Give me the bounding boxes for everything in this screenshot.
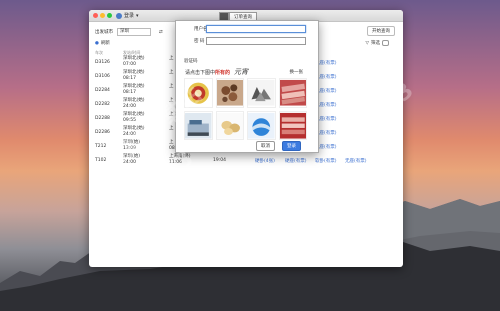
train-number: D2286 — [95, 130, 110, 135]
departure-info: 深圳(始) 13:09 — [123, 140, 140, 152]
arrival-station: 上 — [169, 126, 174, 131]
departure-station: 深圳(始) — [123, 154, 141, 159]
password-label: 密 码 — [194, 39, 205, 44]
zoom-window-button[interactable] — [107, 13, 112, 18]
captcha-prompt-highlight: 所有的 — [215, 70, 231, 76]
departure-station: 深圳北(始) — [123, 70, 145, 75]
departure-time: 08:17 — [123, 76, 136, 81]
departure-time: 13:09 — [123, 146, 136, 151]
seat-status-4[interactable]: 无座(有票) — [345, 158, 367, 164]
arrival-station: 上 — [169, 56, 174, 61]
column-train: 车次 — [95, 50, 103, 55]
departure-info: 深圳北(始) 08:17 — [123, 70, 145, 82]
captcha-image-1[interactable] — [184, 78, 213, 108]
duration: 19:04 — [213, 158, 226, 163]
departure-info: 深圳北(始) 09:55 — [123, 112, 145, 124]
departure-info: 深圳北(始) 08:17 — [123, 84, 145, 96]
train-number: T212 — [95, 144, 107, 149]
arrival-info: 上 — [169, 126, 174, 132]
screen-filter-button[interactable]: ▽ 筛选 — [366, 40, 389, 46]
departure-station: 深圳(始) — [123, 140, 141, 145]
refresh-icon: ● — [95, 40, 99, 46]
captcha-image-4[interactable] — [278, 78, 307, 108]
table-row[interactable]: T102 深圳(始) 24:00 上海南(终) 11:06 19:04 硬卧(4张) 硬座(有… — [95, 154, 395, 168]
departure-time: 24:00 — [123, 104, 136, 109]
screen-filter-label: 筛选 — [371, 41, 380, 46]
seat-status-1[interactable]: 硬卧(4张) — [255, 158, 275, 164]
captcha-image-7[interactable] — [247, 110, 276, 140]
captcha-header: 请点击下图中所有的 元宵 换一张 — [184, 67, 307, 77]
departure-info: 深圳北(始) 24:00 — [123, 126, 145, 138]
departure-station: 深圳北(始) — [123, 112, 145, 117]
captcha-prompt: 请点击下图中所有的 — [185, 69, 230, 76]
departure-time: 24:00 — [123, 160, 136, 165]
user-avatar-icon — [116, 12, 122, 19]
train-number: T102 — [95, 158, 107, 163]
filter-toggle[interactable] — [382, 40, 389, 46]
departure-city-label: 出发城市 — [95, 30, 113, 35]
filter-row: 出发城市 深圳 ⇄ — [95, 28, 163, 36]
chevron-down-icon: ▾ — [136, 12, 139, 19]
filter-icon: ▽ — [365, 40, 369, 46]
arrival-station: 上 — [169, 84, 174, 89]
train-number: D3106 — [95, 74, 110, 79]
departure-info: 深圳北(始) 24:00 — [123, 98, 145, 110]
login-dialog: 用户名 密 码 验证码 请点击下图中所有的 元宵 换一张 取消 登录 — [175, 20, 319, 153]
departure-station: 深圳北(始) — [123, 98, 145, 103]
arrival-station: 上 — [169, 70, 174, 75]
captcha-image-3[interactable] — [247, 78, 276, 108]
arrival-info: 上 — [169, 70, 174, 76]
arrival-station: 上海南(终) — [169, 154, 191, 159]
arrival-info: 上 — [169, 84, 174, 90]
refresh-captcha-button[interactable]: 换一张 — [290, 69, 304, 75]
arrival-time: 11:06 — [169, 160, 182, 165]
departure-station: 深圳北(始) — [123, 84, 145, 89]
captcha-prompt-text: 请点击下图中 — [185, 70, 216, 76]
arrival-info: 上 — [169, 98, 174, 104]
login-button[interactable]: 登录 — [282, 141, 301, 151]
train-number: D2284 — [95, 88, 110, 93]
departure-time: 08:17 — [123, 90, 136, 95]
departure-time: 07:00 — [123, 62, 136, 67]
refresh-label: 刷新 — [100, 41, 110, 46]
departure-info: 深圳北(始) 07:00 — [123, 56, 145, 68]
captcha-image-6[interactable] — [215, 110, 244, 140]
swap-icon[interactable]: ⇄ — [159, 30, 163, 35]
minimize-window-button[interactable] — [100, 13, 105, 18]
train-number: D2288 — [95, 116, 110, 121]
train-number: D2282 — [95, 102, 110, 107]
cancel-button[interactable]: 取消 — [256, 141, 275, 151]
train-number: D3126 — [95, 60, 110, 65]
seat-status-2[interactable]: 硬座(有票) — [285, 158, 307, 164]
captcha-image-2[interactable] — [215, 78, 244, 108]
close-window-button[interactable] — [93, 13, 98, 18]
arrival-info: 上 — [169, 112, 174, 118]
captcha-image-5[interactable] — [184, 110, 213, 140]
captcha-label: 验证码 — [184, 59, 198, 64]
password-input[interactable] — [206, 37, 306, 45]
refresh-button[interactable]: ● 刷新 — [95, 40, 110, 47]
departure-station: 深圳北(始) — [123, 56, 145, 61]
departure-station: 深圳北(始) — [123, 126, 145, 131]
seat-status-3[interactable]: 软卧(有票) — [315, 158, 337, 164]
departure-time: 24:00 — [123, 132, 136, 137]
departure-city-input[interactable]: 深圳 — [117, 28, 151, 36]
captcha-target-word: 元宵 — [234, 68, 248, 76]
departure-time: 09:55 — [123, 118, 136, 123]
start-search-button[interactable]: 开始查询 — [367, 26, 395, 36]
departure-info: 深圳(始) 24:00 — [123, 154, 140, 166]
captcha-image-8[interactable] — [278, 110, 307, 140]
arrival-station: 上 — [169, 98, 174, 103]
login-menu[interactable]: 登录 ▾ — [116, 12, 139, 19]
arrival-station: 上 — [169, 140, 174, 145]
arrival-info: 上海南(终) 11:06 — [169, 154, 191, 166]
login-menu-label: 登录 — [124, 13, 135, 19]
arrival-station: 上 — [169, 112, 174, 117]
username-input[interactable] — [206, 25, 306, 33]
arrival-info: 上 — [169, 56, 174, 62]
captcha-image-grid — [184, 78, 307, 140]
